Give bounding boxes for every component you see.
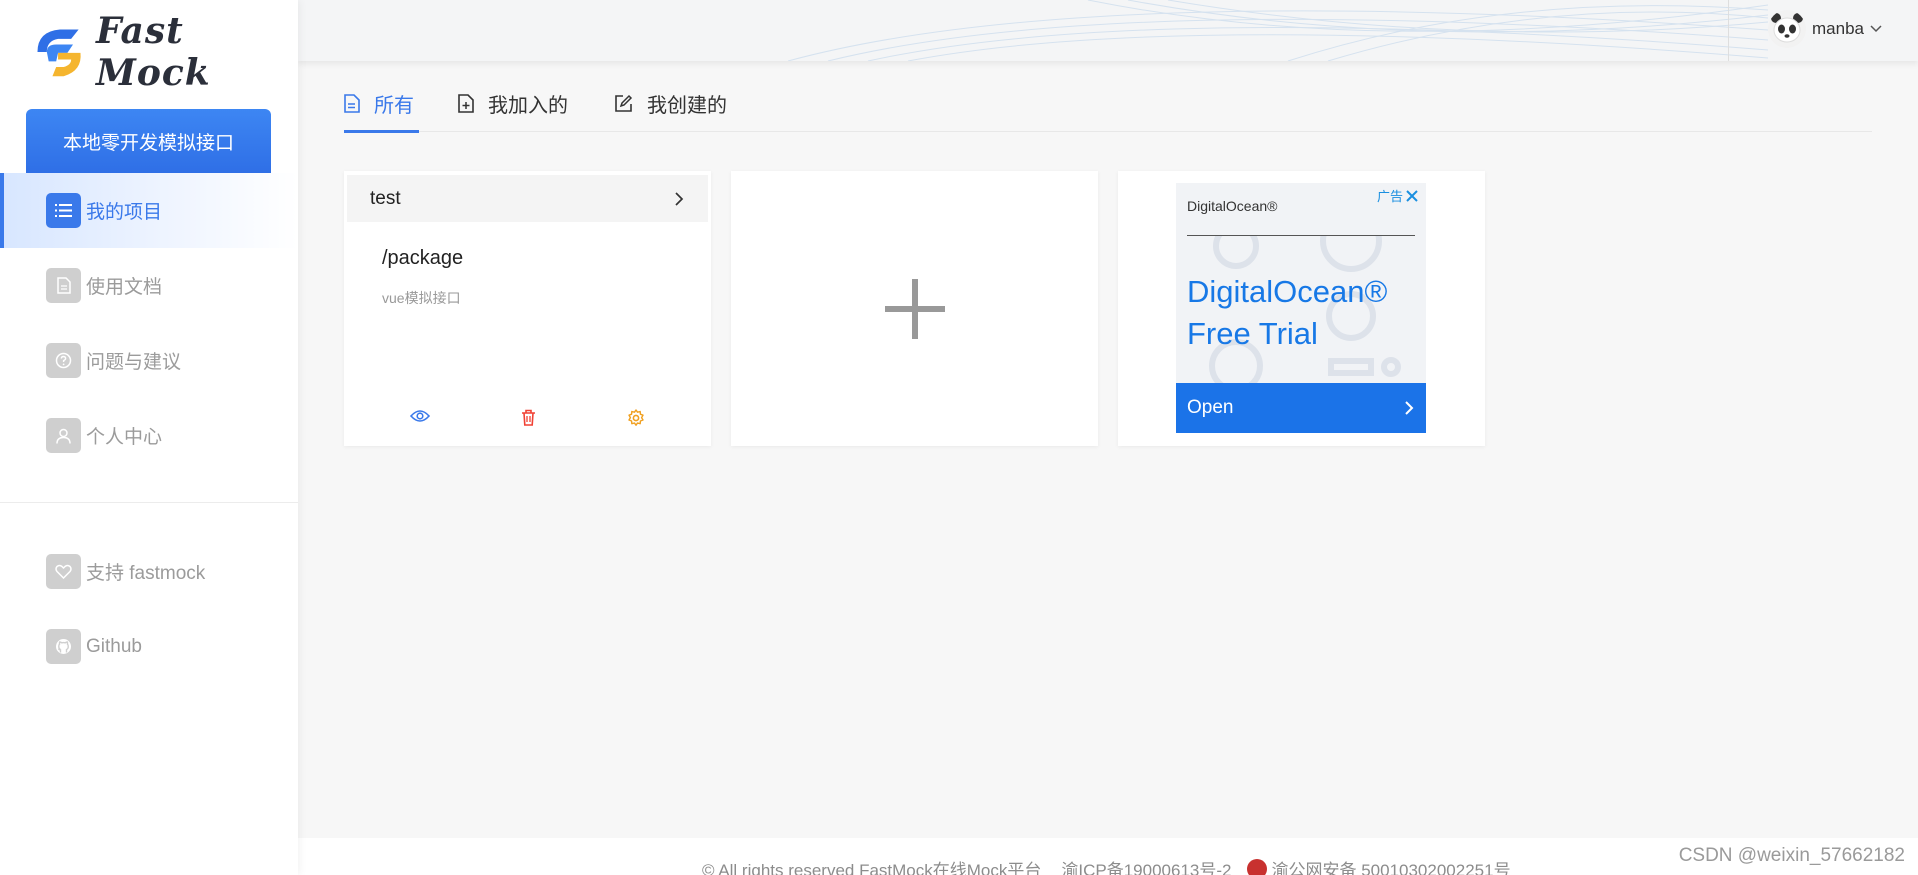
sidebar-item-feedback[interactable]: 问题与建议 <box>0 323 298 398</box>
chevron-right-icon <box>675 191 684 206</box>
police-emblem-icon <box>1247 858 1268 875</box>
footer-text: © All rights reserved FastMock在线Mock平台 渝… <box>702 856 1511 875</box>
github-icon <box>46 629 81 664</box>
eye-icon[interactable] <box>409 409 430 427</box>
list-icon <box>46 193 81 228</box>
sidebar-item-label: 支持 fastmock <box>86 563 206 584</box>
ad-brand: DigitalOcean® <box>1187 198 1278 214</box>
tab-all[interactable]: 所有 <box>344 75 419 133</box>
question-icon <box>46 343 81 378</box>
username: manba <box>1812 19 1864 38</box>
top-header: manba <box>298 0 1918 61</box>
tab-label: 所有 <box>374 95 414 117</box>
tab-label: 我创建的 <box>647 95 727 117</box>
sidebar-item-label: 使用文档 <box>86 277 163 298</box>
footer: © All rights reserved FastMock在线Mock平台 渝… <box>298 838 1918 875</box>
tab-label: 我加入的 <box>488 95 568 117</box>
heart-icon <box>46 554 81 589</box>
edit-icon <box>615 94 633 112</box>
panda-avatar <box>1768 10 1806 48</box>
ad-badge[interactable]: 广告 <box>1377 186 1418 205</box>
csdn-watermark: CSDN @weixin_57662182 <box>1678 845 1905 866</box>
file-add-icon <box>458 94 474 113</box>
digitalocean-ad[interactable]: DigitalOcean® 广告 DigitalOcean® Free Tria… <box>1176 183 1426 433</box>
ad-headline-line1: DigitalOcean® <box>1187 274 1388 309</box>
plus-icon <box>885 279 945 339</box>
tab-created[interactable]: 我创建的 <box>614 75 727 132</box>
project-name: test <box>370 187 401 209</box>
add-project-card[interactable] <box>731 171 1098 446</box>
footer-copyright: © All rights reserved FastMock在线Mock平台 <box>702 861 1042 875</box>
project-filter-tabs: 所有 我加入的 我创建的 <box>344 75 1872 133</box>
sidebar-item-label: 问题与建议 <box>86 352 182 373</box>
chevron-right-icon <box>1405 401 1414 415</box>
ad-headline-line2: Free Trial <box>1187 316 1318 351</box>
project-card-actions <box>344 409 711 427</box>
user-icon <box>46 418 81 453</box>
project-base-path: /package <box>382 247 464 269</box>
project-description: vue模拟接口 <box>382 290 461 306</box>
file-icon <box>344 94 360 113</box>
ad-headline: DigitalOcean® Free Trial <box>1187 271 1417 355</box>
sidebar-item-docs[interactable]: 使用文档 <box>0 248 298 323</box>
fastmock-logo-icon <box>37 29 81 77</box>
local-mock-promo-button[interactable]: 本地零开发模拟接口 <box>26 109 271 173</box>
trash-icon[interactable] <box>521 409 536 427</box>
sidebar-item-profile[interactable]: 个人中心 <box>0 398 298 473</box>
sidebar-item-my-projects[interactable]: 我的项目 <box>0 173 298 248</box>
sidebar-item-support[interactable]: 支持 fastmock <box>0 534 298 609</box>
sidebar: Fast Mock 本地零开发模拟接口 我的项目 使用文档 问题与建议 个人中心… <box>0 0 298 875</box>
ad-open-button[interactable]: Open <box>1176 383 1426 433</box>
sidebar-item-github[interactable]: Github <box>0 609 298 684</box>
project-card-header[interactable]: test <box>347 175 708 222</box>
sidebar-item-label: 个人中心 <box>86 427 163 448</box>
close-icon <box>1406 189 1418 202</box>
sidebar-item-label: Github <box>86 635 142 657</box>
ad-divider <box>1187 235 1415 236</box>
document-icon <box>46 268 81 303</box>
chevron-down-icon <box>1870 25 1882 33</box>
sidebar-item-label: 我的项目 <box>86 202 163 223</box>
logo-text: Fast Mock <box>95 10 211 94</box>
ad-card: DigitalOcean® 广告 DigitalOcean® Free Tria… <box>1118 171 1485 446</box>
sidebar-divider <box>0 502 298 503</box>
fastmock-logo[interactable]: Fast Mock <box>30 10 298 94</box>
footer-icp-link[interactable]: 渝ICP备19000613号-2 <box>1061 856 1231 875</box>
project-card: test /package vue模拟接口 <box>344 171 711 446</box>
ad-open-label: Open <box>1187 397 1234 418</box>
user-menu[interactable]: manba <box>1768 10 1882 48</box>
ad-badge-label: 广告 <box>1376 189 1403 204</box>
header-decoration <box>788 0 1768 61</box>
tab-joined[interactable]: 我加入的 <box>458 75 568 132</box>
gear-icon[interactable] <box>627 409 645 427</box>
footer-police-link[interactable]: 渝公网安备 50010302002251号 <box>1271 856 1510 875</box>
header-separator <box>1728 0 1729 61</box>
